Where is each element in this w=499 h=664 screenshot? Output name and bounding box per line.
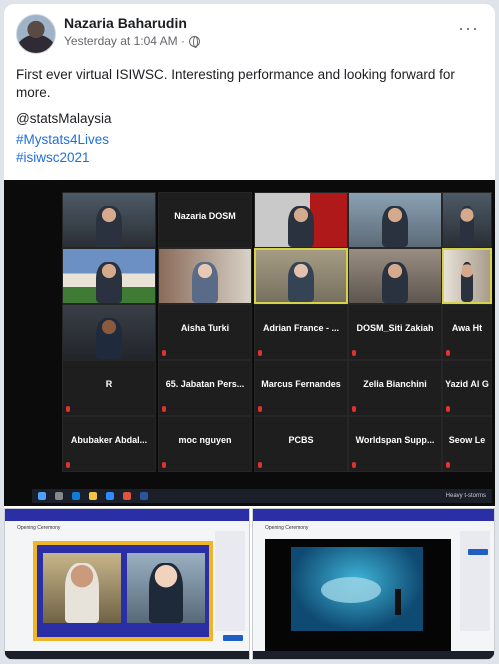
hashtag-link[interactable]: #Mystats4Lives xyxy=(16,132,109,147)
muted-mic-icon xyxy=(258,350,262,356)
participant-name: Marcus Fernandes xyxy=(261,379,341,389)
video-frame xyxy=(265,539,451,651)
muted-mic-icon xyxy=(352,406,356,412)
muted-mic-icon xyxy=(162,406,166,412)
participant-tile: DOSM_Siti Zakiah xyxy=(348,304,442,360)
side-button[interactable] xyxy=(223,635,243,641)
participant-name: Abubaker Abdal... xyxy=(70,435,148,445)
video-frame xyxy=(33,541,213,641)
site-header-bar xyxy=(5,509,249,521)
speaker-video xyxy=(43,553,121,623)
muted-mic-icon xyxy=(162,462,166,468)
site-header-bar xyxy=(253,509,494,521)
participant-name: Nazaria DOSM xyxy=(174,211,236,221)
participant-tile: R xyxy=(62,360,156,416)
participant-tile: Zelia Bianchini xyxy=(348,360,442,416)
post-body-text: First ever virtual ISIWSC. Interesting p… xyxy=(16,67,455,100)
globe-icon xyxy=(188,35,200,48)
participant-tile: Yazid Al G xyxy=(442,360,492,416)
zoom-icon xyxy=(106,492,114,500)
side-panel xyxy=(460,531,490,631)
mention-link[interactable]: @statsMalaysia xyxy=(16,111,111,126)
participant-tile: 65. Jabatan Pers... xyxy=(158,360,252,416)
participant-tile: Marcus Fernandes xyxy=(254,360,348,416)
shot-title: Opening Ceremony xyxy=(17,525,61,531)
post-timestamp[interactable]: Yesterday at 1:04 AM · xyxy=(64,34,185,48)
muted-mic-icon xyxy=(446,350,450,356)
windows-taskbar xyxy=(253,651,494,659)
participant-name: PCBS xyxy=(288,435,314,445)
side-panel xyxy=(215,531,245,631)
post-meta: Yesterday at 1:04 AM · xyxy=(64,34,200,48)
participant-name: Adrian France - ... xyxy=(262,323,340,333)
shot-title: Opening Ceremony xyxy=(265,525,309,531)
ceremony-screenshot-left[interactable]: Opening Ceremony xyxy=(4,508,250,660)
windows-taskbar xyxy=(5,651,249,659)
participant-name: DOSM_Siti Zakiah xyxy=(356,323,434,333)
speaker-video xyxy=(127,553,205,623)
muted-mic-icon xyxy=(162,350,166,356)
facebook-post-card: Nazaria Baharudin Yesterday at 1:04 AM ·… xyxy=(4,4,495,660)
muted-mic-icon xyxy=(352,462,356,468)
participant-tile: Awa Ht xyxy=(442,304,492,360)
hashtag-link[interactable]: #isiwsc2021 xyxy=(16,150,90,165)
muted-mic-icon xyxy=(66,406,70,412)
participant-tile: Worldspan Supp... xyxy=(348,416,442,472)
participant-name: Yazid Al G xyxy=(445,379,489,389)
participant-tile: moc nguyen xyxy=(158,416,252,472)
folder-icon xyxy=(89,492,97,500)
muted-mic-icon xyxy=(446,406,450,412)
zoom-gallery: Nazaria DOSM Aisha Turki Adrian France -… xyxy=(4,180,495,506)
search-icon xyxy=(55,492,63,500)
video-tile xyxy=(442,192,492,248)
muted-mic-icon xyxy=(446,462,450,468)
windows-taskbar: Heavy t-storms xyxy=(32,489,492,503)
windows-start-icon xyxy=(38,492,46,500)
chrome-icon xyxy=(123,492,131,500)
more-options-icon[interactable]: ··· xyxy=(458,18,479,39)
participant-name: 65. Jabatan Pers... xyxy=(165,379,245,389)
video-tile-active-speaker xyxy=(254,248,348,304)
participant-name: Zelia Bianchini xyxy=(363,379,427,389)
video-tile xyxy=(62,304,156,360)
weather-text: Heavy t-storms xyxy=(445,493,486,499)
participant-tile: Nazaria DOSM xyxy=(158,192,252,248)
muted-mic-icon xyxy=(352,350,356,356)
video-tile xyxy=(442,248,492,304)
muted-mic-icon xyxy=(258,462,262,468)
participant-name: Worldspan Supp... xyxy=(355,435,435,445)
participant-name: R xyxy=(105,379,113,389)
word-icon xyxy=(140,492,148,500)
video-tile xyxy=(348,248,442,304)
participant-tile: PCBS xyxy=(254,416,348,472)
muted-mic-icon xyxy=(258,406,262,412)
participant-tile: Seow Le xyxy=(442,416,492,472)
video-tile xyxy=(62,192,156,248)
side-button[interactable] xyxy=(468,549,488,555)
participant-name: Awa Ht xyxy=(451,323,483,333)
participant-tile: Adrian France - ... xyxy=(254,304,348,360)
muted-mic-icon xyxy=(66,462,70,468)
participant-tile: Abubaker Abdal... xyxy=(62,416,156,472)
participant-name: Seow Le xyxy=(448,435,486,445)
video-tile xyxy=(158,248,252,304)
participant-name: moc nguyen xyxy=(178,435,232,445)
performance-video xyxy=(291,547,423,631)
author-name[interactable]: Nazaria Baharudin xyxy=(64,15,187,31)
edge-icon xyxy=(72,492,80,500)
zoom-screenshot-image[interactable]: Nazaria DOSM Aisha Turki Adrian France -… xyxy=(4,180,495,506)
video-tile xyxy=(254,192,348,248)
ceremony-screenshot-right[interactable]: Opening Ceremony xyxy=(252,508,495,660)
participant-tile: Aisha Turki xyxy=(158,304,252,360)
video-tile xyxy=(62,248,156,304)
video-tile xyxy=(348,192,442,248)
author-avatar[interactable] xyxy=(16,14,56,54)
participant-name: Aisha Turki xyxy=(180,323,230,333)
